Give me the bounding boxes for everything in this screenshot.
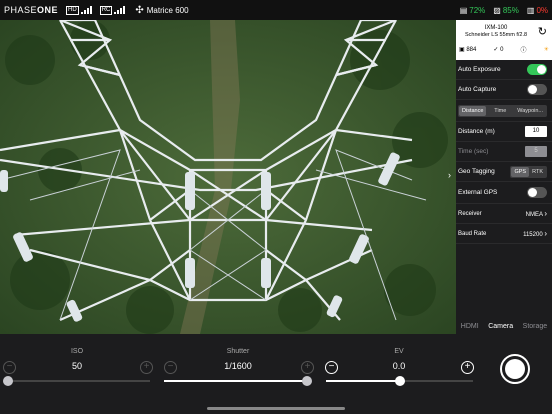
receiver-value: NMEA (525, 212, 543, 218)
shutter-value: 1/1600 (224, 361, 252, 371)
camera-model: IXM-100 (484, 25, 508, 31)
auto-exposure-label: Auto Exposure (458, 66, 501, 73)
ev-plus-icon[interactable]: + (461, 361, 474, 374)
auto-capture-row: Auto Capture (456, 80, 552, 100)
check-icon: ✓ (493, 47, 499, 53)
iso-value: 50 (71, 361, 82, 371)
time-input[interactable]: 5 (525, 146, 547, 157)
iso-plus-icon[interactable]: + (140, 361, 153, 374)
battery-stat-value: 85% (502, 5, 519, 15)
camera-lens: Schneider LS 55mm f/2.8 (464, 32, 528, 38)
ev-slider-thumb[interactable] (394, 376, 405, 386)
shot-count: ▣ 884 (459, 47, 477, 53)
external-gps-label: External GPS (458, 189, 498, 196)
baud-rate-row[interactable]: Baud Rate 115200 › (456, 224, 552, 244)
baud-rate-value: 115200 (523, 232, 543, 238)
controller-battery-icon: ▥ (526, 5, 535, 15)
battery-stat-0: ▤ 72% (460, 6, 486, 15)
chevron-right-icon: › (544, 209, 547, 218)
capture-mode-distance[interactable]: Distance (459, 105, 487, 116)
geotag-gps[interactable]: GPS (511, 166, 530, 177)
distance-label: Distance (m) (458, 128, 495, 135)
brand-logo: PHASEONE (4, 5, 59, 15)
rc-signal: RC (99, 5, 126, 15)
camera-status-icon: ▤ (459, 5, 468, 15)
geotag-segmented: GPS RTK (510, 165, 547, 178)
shutter-plus-icon[interactable]: + (301, 361, 314, 374)
hd-signal-icon: HD (66, 5, 79, 15)
capture-button-inner (505, 359, 525, 379)
tower-image (0, 20, 456, 334)
hd-signal-bars (80, 6, 92, 14)
shutter-label: Shutter (226, 348, 250, 355)
geotag-label: Geo Tagging (458, 168, 495, 175)
time-label: Time (sec) (458, 148, 489, 155)
error-count: ✓ 0 (493, 47, 504, 53)
distance-row: Distance (m) 10 (456, 122, 552, 142)
tab-storage[interactable]: Storage (523, 323, 548, 330)
panel-collapse-chevron-icon[interactable]: › (448, 170, 451, 180)
auto-exposure-toggle[interactable] (527, 64, 547, 75)
receiver-label: Receiver (458, 210, 482, 217)
refresh-icon[interactable]: ↻ (538, 25, 547, 38)
iso-minus-icon[interactable]: − (3, 361, 16, 374)
shutter-minus-icon[interactable]: − (164, 361, 177, 374)
ev-value: 0.0 (392, 361, 406, 371)
drone-selector[interactable]: ✣ Matrice 600 (135, 5, 188, 16)
external-gps-toggle[interactable] (527, 187, 547, 198)
auto-capture-toggle[interactable] (527, 84, 547, 95)
exposure-mode-icon[interactable]: ☀ (544, 46, 549, 53)
baud-rate-label: Baud Rate (458, 230, 487, 237)
geotag-rtk[interactable]: RTK (529, 167, 546, 177)
capture-mode-waypoint[interactable]: Waypoin... (514, 106, 546, 116)
auto-capture-label: Auto Capture (458, 86, 497, 93)
capture-button[interactable] (500, 354, 530, 384)
shutter-slider-track[interactable] (164, 380, 307, 382)
iso-label: ISO (70, 348, 84, 355)
geotag-row: Geo Tagging GPS RTK (456, 162, 552, 182)
ev-control: EV 0.0 (324, 348, 474, 371)
capture-mode-row: Distance Time Waypoin... (456, 100, 552, 122)
iso-slider-thumb[interactable] (3, 376, 13, 386)
ev-label: EV (394, 348, 404, 355)
home-indicator[interactable] (207, 407, 345, 410)
chevron-right-icon: › (544, 229, 547, 238)
camera-info: IXM-100 Schneider LS 55mm f/2.8 ↻ ▣ 884 … (456, 20, 552, 60)
iso-control: ISO 50 (2, 348, 152, 371)
battery-stat-value: 72% (469, 5, 486, 15)
ev-minus-icon[interactable]: − (325, 361, 338, 374)
status-bar: PHASEONE HD RC ✣ Matrice 600 ▤ 72% ▨ 85% ▥ 0% (0, 0, 552, 20)
iso-slider-track[interactable] (8, 380, 150, 382)
capture-mode-time[interactable]: Time (491, 106, 509, 116)
battery-stat-value: 0% (536, 5, 548, 15)
drone-icon: ✣ (135, 4, 144, 16)
receiver-row[interactable]: Receiver NMEA › (456, 204, 552, 224)
tab-camera[interactable]: Camera (488, 323, 513, 330)
shutter-control: Shutter 1/1600 (163, 348, 313, 371)
external-gps-row: External GPS (456, 182, 552, 204)
settings-panel: IXM-100 Schneider LS 55mm f/2.8 ↻ ▣ 884 … (456, 20, 552, 334)
battery-stat-1: ▨ 85% (493, 6, 519, 15)
auto-exposure-row: Auto Exposure (456, 60, 552, 80)
time-row: Time (sec) 5 (456, 142, 552, 162)
sd-card-icon: ▣ (459, 47, 465, 53)
distance-input[interactable]: 10 (525, 126, 547, 137)
rc-signal-bars (114, 6, 126, 14)
tab-hdmi[interactable]: HDMI (461, 323, 479, 330)
info-icon[interactable]: ⓘ (521, 45, 527, 54)
shutter-slider-thumb[interactable] (302, 376, 312, 386)
drone-name: Matrice 600 (146, 5, 189, 15)
battery-stat-2: ▥ 0% (527, 6, 548, 15)
hd-signal: HD (66, 5, 92, 15)
battery-stats: ▤ 72% ▨ 85% ▥ 0% (452, 0, 548, 20)
camera-live-view[interactable] (0, 20, 456, 334)
panel-tabs: HDMI Camera Storage (456, 323, 552, 330)
drone-battery-icon: ▨ (493, 5, 501, 15)
capture-mode-segmented: Distance Time Waypoin... (458, 104, 547, 117)
exposure-controls: ISO 50 − + Shutter 1/1600 − + EV 0.0 − + (0, 334, 552, 414)
rc-signal-icon: RC (99, 5, 113, 15)
